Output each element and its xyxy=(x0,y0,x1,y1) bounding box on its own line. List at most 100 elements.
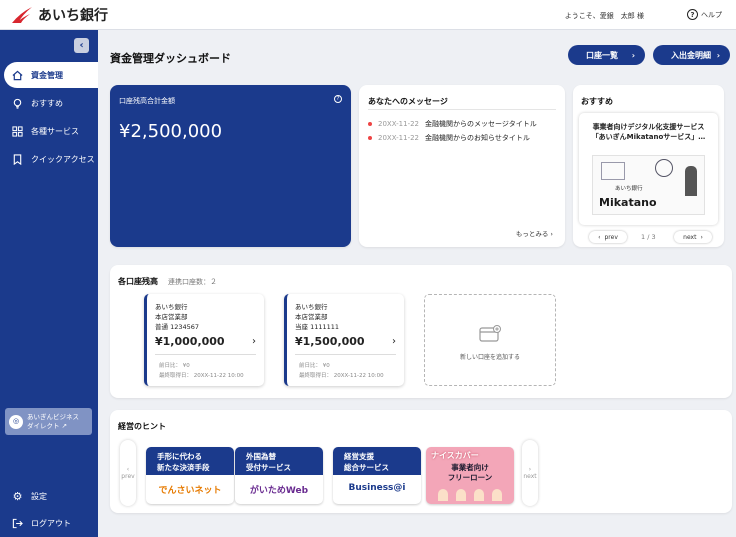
message-title: 金融機関からのメッセージタイトル xyxy=(425,120,537,128)
grid-icon xyxy=(12,125,23,137)
sidebar-item-label: 資金管理 xyxy=(31,70,63,80)
chevron-right-icon: › xyxy=(700,233,703,241)
statement-button[interactable]: 入出金明細 › xyxy=(653,45,730,65)
linked-count: 連携口座数：２ xyxy=(168,278,217,286)
sidebar: ‹ 資金管理 おすすめ 各種サービス クイックアクセス ◎ あいぎんビジネス ダ… xyxy=(0,30,98,537)
tile-line2: 新たな決済手段 xyxy=(157,463,210,472)
chevron-right-icon: › xyxy=(548,230,553,238)
recommend-page: 1 / 3 xyxy=(641,233,656,241)
recommend-prev-button[interactable]: ‹ prev xyxy=(589,231,627,243)
help-label: ヘルプ xyxy=(701,10,722,19)
accounts-title: 各口座残高 xyxy=(118,277,158,286)
message-date: 20XX-11-22 xyxy=(378,134,420,142)
hints-next-button[interactable]: › next xyxy=(522,440,538,506)
sidebar-item-label: クイックアクセス xyxy=(31,154,95,164)
balance-amount: ¥2,500,000 xyxy=(119,121,223,142)
tile-line2: 事業者向け xyxy=(451,463,489,472)
person-icon xyxy=(685,166,697,196)
question-icon: ? xyxy=(687,9,698,20)
unread-dot-icon xyxy=(368,122,372,126)
sidebar-item-recommend[interactable]: おすすめ xyxy=(4,90,98,116)
account-amount: ¥1,500,000 xyxy=(295,335,365,348)
welcome-text: ようこそ、愛銀 太郎 様 xyxy=(564,12,644,20)
recommend-next-button[interactable]: next › xyxy=(674,231,712,243)
mikatano-image: あいち銀行 Mikatano xyxy=(592,155,705,215)
collapse-sidebar-button[interactable]: ‹ xyxy=(74,38,89,53)
tile-logo: Business@i xyxy=(348,483,406,493)
more-label: もっとみる xyxy=(515,230,549,238)
tile-line1: 手形に代わる xyxy=(157,452,202,461)
add-account-button[interactable]: 新しい口座を追加する xyxy=(424,294,556,386)
info-icon[interactable]: ? xyxy=(334,95,342,103)
bulb-icon xyxy=(13,98,22,109)
statement-label: 入出金明細 xyxy=(671,50,711,60)
add-card-icon xyxy=(479,325,501,342)
add-account-label: 新しい口座を追加する xyxy=(459,354,520,361)
account-card[interactable]: あいち銀行 本店営業部 当座 1111111 ¥1,500,000 › 前日比：… xyxy=(284,294,404,386)
account-branch: 本店営業部 xyxy=(155,313,188,321)
messages-card: あなたへのメッセージ 20XX-11-22 金融機関からのメッセージタイトル 2… xyxy=(359,85,565,247)
tile-line2: 総合サービス xyxy=(344,463,389,472)
chevron-right-icon: › xyxy=(631,50,635,60)
tile-logo: がいためWeb xyxy=(249,486,309,496)
image-bank-name: あいち銀行 xyxy=(615,186,643,192)
chevron-right-icon: › xyxy=(252,336,256,347)
sidebar-item-settings[interactable]: ⚙ 設定 xyxy=(4,483,98,509)
sidebar-item-quick-access[interactable]: クイックアクセス xyxy=(4,146,98,172)
hint-tile-densai[interactable]: 手形に代わる 新たな決済手段 でんさいネット xyxy=(146,447,234,504)
sidebar-item-label: 各種サービス xyxy=(31,126,79,136)
top-bar: あいち銀行 ようこそ、愛銀 太郎 様 ? ヘルプ xyxy=(0,0,736,30)
chevron-right-icon: › xyxy=(528,466,532,473)
screen-illustration-icon xyxy=(601,162,625,180)
hint-tile-gaitame[interactable]: 外国為替 受付サービス がいためWeb xyxy=(235,447,323,504)
hints-prev-button[interactable]: ‹ prev xyxy=(120,440,136,506)
business-direct-button[interactable]: ◎ あいぎんビジネス ダイレクト ↗ xyxy=(5,408,92,435)
hint-tile-nicecover[interactable]: ナイスカバー 事業者向け フリーローン xyxy=(426,447,514,504)
help-button[interactable]: ? ヘルプ xyxy=(687,9,722,20)
recommend-banner[interactable]: 事業者向けデジタル化支援サービス 「あいぎんMikatanoサービス」… あいち… xyxy=(579,113,718,225)
account-bank: あいち銀行 xyxy=(155,303,188,311)
recommend-line1: 事業者向けデジタル化支援サービス xyxy=(592,123,705,131)
divider xyxy=(155,354,256,355)
recommend-line2: 「あいぎんMikatanoサービス」… xyxy=(591,133,706,141)
hint-tile-business[interactable]: 経営支援総合サービス Business@i xyxy=(333,447,421,504)
sidebar-item-services[interactable]: 各種サービス xyxy=(4,118,98,144)
account-card[interactable]: あいち銀行 本店営業部 普通 1234567 ¥1,000,000 › 前日比：… xyxy=(144,294,264,386)
next-label: next xyxy=(523,473,537,480)
chevron-right-icon: › xyxy=(716,50,720,60)
balance-label: 口座残高合計金額 xyxy=(119,97,175,105)
direct-label-line2: ダイレクト xyxy=(27,421,60,430)
account-updated: 最終取得日： 20XX-11-22 10:00 xyxy=(159,373,244,379)
more-link[interactable]: もっとみる › xyxy=(516,228,553,238)
magnifier-icon xyxy=(655,159,673,177)
account-number: 普通 1234567 xyxy=(155,323,200,331)
account-list-button[interactable]: 口座一覧 › xyxy=(568,45,645,65)
account-updated: 最終取得日： 20XX-11-22 10:00 xyxy=(299,373,384,379)
tile-header: 手形に代わる 新たな決済手段 xyxy=(146,447,234,475)
account-list-label: 口座一覧 xyxy=(586,50,618,60)
divider xyxy=(295,354,396,355)
chevron-left-icon: ‹ xyxy=(126,466,130,473)
globe-icon: ◎ xyxy=(9,414,23,429)
sidebar-item-fund-management[interactable]: 資金管理 xyxy=(4,62,98,88)
gear-icon: ⚙ xyxy=(12,489,23,503)
recommend-banner-text: 事業者向けデジタル化支援サービス 「あいぎんMikatanoサービス」… xyxy=(579,122,718,142)
tile-line1: 経営支援 xyxy=(344,452,374,461)
chevron-right-icon: › xyxy=(392,336,396,347)
account-amount: ¥1,000,000 xyxy=(155,335,225,348)
sidebar-item-label: おすすめ xyxy=(31,98,63,108)
messages-title: あなたへのメッセージ xyxy=(368,97,448,106)
sidebar-item-logout[interactable]: ログアウト xyxy=(4,510,98,536)
tile-logo: でんさいネット xyxy=(158,486,222,496)
message-item[interactable]: 20XX-11-22 金融機関からのお知らせタイトル xyxy=(368,133,530,143)
bank-logo-mark-icon xyxy=(12,7,32,23)
account-number: 当座 1111111 xyxy=(295,323,340,331)
prev-label: prev xyxy=(121,473,135,480)
tile-header: 経営支援総合サービス xyxy=(333,447,421,475)
tile-line2: 受付サービス xyxy=(246,463,291,472)
bank-logo[interactable]: あいち銀行 xyxy=(10,5,108,25)
account-diff: 前日比： ¥0 xyxy=(159,363,190,369)
unread-dot-icon xyxy=(368,136,372,140)
hints-title: 経営のヒント xyxy=(118,422,166,431)
message-item[interactable]: 20XX-11-22 金融機関からのメッセージタイトル xyxy=(368,119,537,129)
